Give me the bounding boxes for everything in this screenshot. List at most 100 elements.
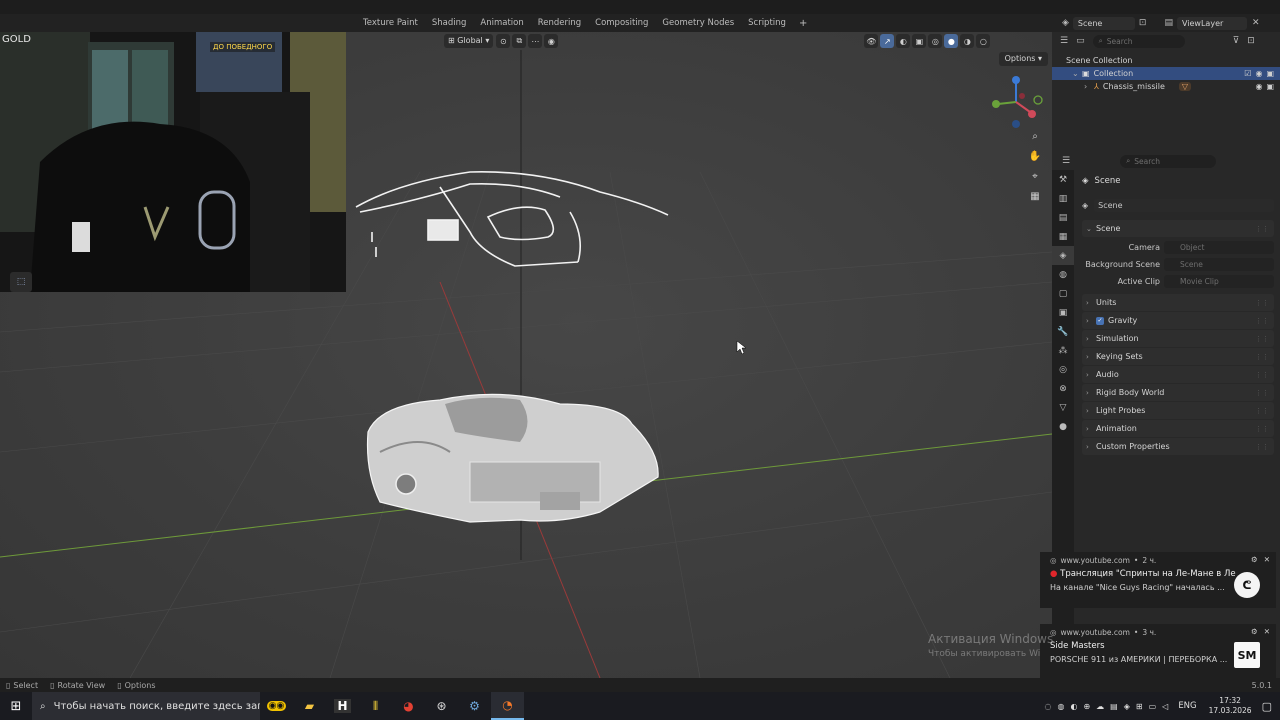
- app-glasses-icon[interactable]: ◉◉: [260, 692, 293, 720]
- drag-grip-icon[interactable]: ⋮⋮: [1255, 317, 1269, 325]
- panel-units[interactable]: › Units ⋮⋮: [1082, 294, 1274, 311]
- outliner-search-input[interactable]: ⌕ Search: [1092, 34, 1185, 48]
- pan-hand-icon[interactable]: ✋: [1027, 148, 1043, 164]
- pin-icon[interactable]: ⊡: [1139, 18, 1147, 28]
- gear-icon[interactable]: ⚙: [1251, 627, 1258, 636]
- app-yellow-icon[interactable]: ⫴: [359, 692, 392, 720]
- scene-datablock-selector[interactable]: ◈ Scene: [1082, 198, 1274, 212]
- taskbar-search-input[interactable]: ⌕ Чтобы начать поиск, введите здесь запр…: [32, 692, 260, 720]
- active-clip-field[interactable]: Movie Clip: [1164, 275, 1274, 288]
- close-icon[interactable]: ✕: [1252, 18, 1260, 28]
- proportional-edit-icon[interactable]: ◉: [544, 34, 559, 48]
- tray-icon-3[interactable]: ◐: [1070, 702, 1077, 711]
- gravity-checkbox[interactable]: ✓: [1096, 316, 1104, 325]
- particles-tab-icon[interactable]: ⁂: [1052, 341, 1074, 360]
- notification-center-icon[interactable]: ▢: [1262, 700, 1272, 713]
- navigation-gizmo[interactable]: [986, 74, 1046, 130]
- editor-type-icon[interactable]: ☰: [1062, 156, 1070, 166]
- outliner-scene-collection[interactable]: Scene Collection: [1052, 54, 1280, 67]
- add-workspace-button[interactable]: +: [793, 18, 813, 29]
- drag-grip-icon[interactable]: ⋮⋮: [1255, 299, 1269, 307]
- scene-tab-icon[interactable]: ◈: [1052, 246, 1074, 265]
- close-icon[interactable]: ✕: [1264, 555, 1270, 564]
- panel-light-probes[interactable]: › Light Probes ⋮⋮: [1082, 402, 1274, 419]
- expand-icon[interactable]: ⌄: [1072, 69, 1082, 78]
- tab-texture-paint[interactable]: Texture Paint: [356, 14, 425, 32]
- tray-icon-6[interactable]: ▤: [1110, 702, 1118, 711]
- checkbox-icon[interactable]: ☑: [1244, 69, 1251, 78]
- tab-shading[interactable]: Shading: [425, 14, 474, 32]
- notification-card[interactable]: ◎ www.youtube.com • 3 ч. ⚙ ✕ Side Masters…: [1040, 624, 1276, 678]
- panel-custom-properties[interactable]: › Custom Properties ⋮⋮: [1082, 438, 1274, 455]
- collection-tab-icon[interactable]: ▢: [1052, 284, 1074, 303]
- toolbar-transform-icon[interactable]: ⬚: [10, 272, 32, 292]
- output-tab-icon[interactable]: ▤: [1052, 208, 1074, 227]
- background-scene-field[interactable]: Scene: [1164, 258, 1274, 271]
- panel-rigid-body-world[interactable]: › Rigid Body World ⋮⋮: [1082, 384, 1274, 401]
- tray-icon-5[interactable]: ☁: [1096, 702, 1104, 711]
- viewlayer-selector[interactable]: ViewLayer: [1176, 16, 1247, 30]
- tab-rendering[interactable]: Rendering: [531, 14, 588, 32]
- gizmo-toggle-icon[interactable]: ↗: [880, 34, 895, 48]
- physics-tab-icon[interactable]: ◎: [1052, 360, 1074, 379]
- constraints-tab-icon[interactable]: ⊗: [1052, 379, 1074, 398]
- transform-orientation-dropdown[interactable]: ⊞ Global ▾: [444, 34, 494, 48]
- tray-icon-4[interactable]: ⊕: [1083, 702, 1090, 711]
- drag-grip-icon[interactable]: ⋮⋮: [1255, 389, 1269, 397]
- filter-view-icon[interactable]: ▭: [1076, 36, 1085, 46]
- language-indicator[interactable]: ENG: [1178, 701, 1196, 711]
- panel-keying-sets[interactable]: › Keying Sets ⋮⋮: [1082, 348, 1274, 365]
- viewport-options-button[interactable]: Options ▾: [998, 52, 1048, 66]
- material-shading-icon[interactable]: ◑: [960, 34, 975, 48]
- camera-view-icon[interactable]: ⌖: [1027, 168, 1043, 184]
- app-palette-icon[interactable]: ⊛: [425, 692, 458, 720]
- object-tab-icon[interactable]: ▣: [1052, 303, 1074, 322]
- clock[interactable]: 17:32 17.03.2026: [1209, 696, 1252, 716]
- drag-grip-icon[interactable]: ⋮⋮: [1255, 225, 1269, 233]
- filter-icon[interactable]: ⊽: [1233, 36, 1240, 46]
- eye-icon[interactable]: ◉: [1255, 82, 1262, 91]
- drag-grip-icon[interactable]: ⋮⋮: [1255, 407, 1269, 415]
- visibility-icon[interactable]: 👁: [864, 34, 879, 48]
- panel-simulation[interactable]: › Simulation ⋮⋮: [1082, 330, 1274, 347]
- camera-icon[interactable]: ▣: [1266, 69, 1274, 78]
- tab-geometry-nodes[interactable]: Geometry Nodes: [655, 14, 741, 32]
- render-tab-icon[interactable]: ▥: [1052, 189, 1074, 208]
- tray-icon-1[interactable]: ◌: [1045, 702, 1052, 711]
- camera-field[interactable]: Object: [1164, 241, 1274, 254]
- drag-grip-icon[interactable]: ⋮⋮: [1255, 371, 1269, 379]
- chrome-icon[interactable]: ◕: [392, 692, 425, 720]
- overlay-toggle-icon[interactable]: ◐: [896, 34, 911, 48]
- wireframe-shading-icon[interactable]: ◎: [928, 34, 943, 48]
- drag-grip-icon[interactable]: ⋮⋮: [1255, 425, 1269, 433]
- windows-start-icon[interactable]: ⊞: [0, 692, 32, 720]
- panel-scene-header[interactable]: ⌄ Scene ⋮⋮: [1082, 220, 1274, 237]
- outliner-collection[interactable]: ⌄ ▣ Collection ☑ ◉ ▣: [1052, 67, 1280, 80]
- tray-icon-7[interactable]: ◈: [1124, 702, 1130, 711]
- tray-icon-8[interactable]: ⊞: [1136, 702, 1143, 711]
- properties-search-input[interactable]: ⌕ Search: [1120, 154, 1217, 168]
- pivot-icon[interactable]: ⊙: [496, 34, 511, 48]
- expand-icon[interactable]: ›: [1084, 82, 1094, 91]
- xray-icon[interactable]: ▣: [912, 34, 927, 48]
- eye-icon[interactable]: ◉: [1255, 69, 1262, 78]
- network-icon[interactable]: ▭: [1149, 702, 1157, 711]
- steam-icon[interactable]: ⚙: [458, 692, 491, 720]
- material-tab-icon[interactable]: ●: [1052, 417, 1074, 436]
- blender-taskbar-icon[interactable]: ◔: [491, 692, 524, 720]
- drag-grip-icon[interactable]: ⋮⋮: [1255, 443, 1269, 451]
- gear-icon[interactable]: ⚙: [1251, 555, 1258, 564]
- snap-target-icon[interactable]: ⋯: [528, 34, 543, 48]
- scene-selector[interactable]: Scene: [1072, 16, 1135, 30]
- tab-animation[interactable]: Animation: [473, 14, 530, 32]
- zoom-icon[interactable]: ⌕: [1027, 128, 1043, 144]
- drag-grip-icon[interactable]: ⋮⋮: [1255, 353, 1269, 361]
- outliner-object-row[interactable]: › ⅄ Chassis_missile ▽ ◉ ▣: [1052, 80, 1280, 93]
- close-icon[interactable]: ✕: [1264, 627, 1270, 636]
- volume-icon[interactable]: ◁: [1162, 702, 1168, 711]
- snap-icon[interactable]: ⧉: [512, 34, 527, 48]
- tray-icon-2[interactable]: ◍: [1058, 702, 1065, 711]
- new-collection-icon[interactable]: ⊡: [1247, 36, 1255, 46]
- drag-grip-icon[interactable]: ⋮⋮: [1255, 335, 1269, 343]
- panel-gravity[interactable]: › ✓ Gravity ⋮⋮: [1082, 312, 1274, 329]
